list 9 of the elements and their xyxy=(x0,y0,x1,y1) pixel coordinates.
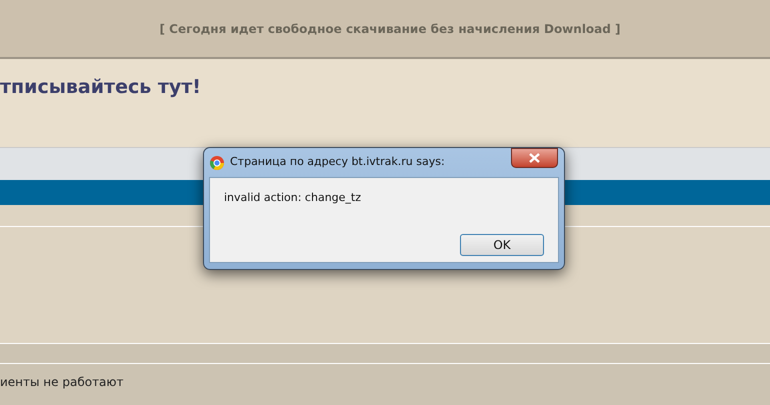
close-button[interactable] xyxy=(511,148,558,168)
ok-button[interactable]: OK xyxy=(460,234,544,256)
footer-text: иенты не работают xyxy=(0,375,124,389)
dialog-message: invalid action: change_tz xyxy=(224,190,362,206)
banner-text: [ Сегодня идет свободное скачивание без начисления Download ] xyxy=(159,20,621,38)
page-heading: тписывайтесь тут! xyxy=(0,75,202,100)
close-icon xyxy=(529,153,540,163)
browser-logo-icon xyxy=(210,156,224,170)
dialog-title: Страница по адресу bt.ivtrak.ru says: xyxy=(230,154,445,170)
